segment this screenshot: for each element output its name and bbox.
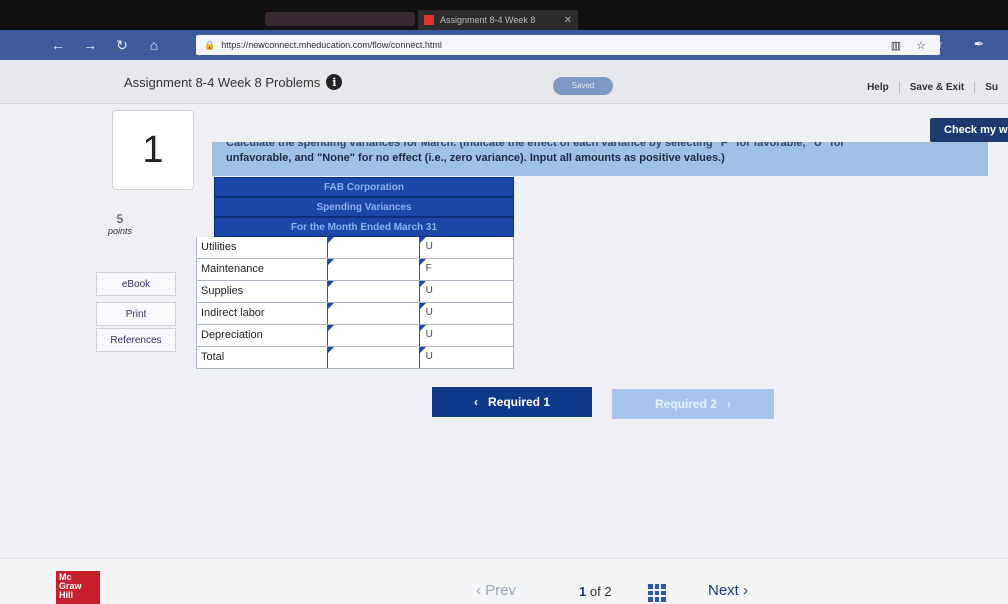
total-row: Total U: [196, 347, 514, 369]
header-links: Help Save & Exit Su: [857, 82, 1008, 93]
report-period: For the Month Ended March 31: [214, 217, 514, 237]
background-tab[interactable]: [265, 12, 415, 26]
variance-amount-input[interactable]: [328, 281, 420, 302]
print-button[interactable]: Print: [96, 302, 176, 326]
help-link[interactable]: Help: [857, 82, 899, 93]
app-page: Assignment 8-4 Week 8 Problems i Saved H…: [0, 60, 1008, 604]
variance-amount-input[interactable]: [328, 303, 420, 324]
row-label: Maintenance: [197, 259, 329, 280]
points-label: points: [107, 226, 133, 236]
tab-title: Assignment 8-4 Week 8: [440, 15, 536, 25]
row-label: Depreciation: [197, 325, 329, 346]
variance-amount-input[interactable]: [328, 259, 420, 280]
active-tab[interactable]: Assignment 8-4 Week 8 ✕: [418, 10, 578, 30]
row-label: Utilities: [197, 237, 329, 258]
favorites-icons[interactable]: ✩ ✒: [933, 37, 998, 51]
table-row: Utilities U: [196, 237, 514, 259]
spending-variances-table: FAB Corporation Spending Variances For t…: [196, 177, 514, 369]
mcgraw-hill-logo: Mc Graw Hill: [56, 571, 100, 604]
required-2-label: Required 2: [654, 397, 717, 411]
variance-effect-select[interactable]: U: [419, 281, 513, 302]
variance-effect-select[interactable]: U: [419, 325, 513, 346]
assignment-title-text: Assignment 8-4 Week 8 Problems: [124, 74, 321, 90]
row-label: Indirect labor: [197, 303, 329, 324]
variance-effect-select[interactable]: U: [419, 237, 513, 258]
refresh-icon[interactable]: ↻: [106, 37, 138, 54]
variance-amount-input[interactable]: [328, 325, 420, 346]
required-1-label: Required 1: [487, 395, 550, 409]
page-current: 1: [579, 584, 587, 599]
ebook-button[interactable]: eBook: [96, 272, 176, 296]
report-title: Spending Variances: [214, 197, 514, 217]
page-of-label: of: [589, 584, 601, 599]
variance-effect-select[interactable]: U: [419, 303, 513, 324]
variance-amount-input[interactable]: [328, 237, 420, 258]
forward-icon[interactable]: →: [74, 37, 106, 53]
question-instructions: Calculate the spending variances for Mar…: [212, 142, 988, 176]
chevron-right-icon: ›: [727, 397, 731, 411]
submit-link[interactable]: Su: [974, 82, 1008, 93]
points-value: 5: [116, 212, 124, 226]
row-label: Supplies: [197, 281, 329, 302]
instruction-cut-line: Calculate the spending variances for Mar…: [226, 142, 845, 149]
logo-line: Hill: [59, 590, 74, 600]
chevron-left-icon: ‹: [473, 395, 478, 409]
next-button[interactable]: Next ›: [708, 582, 748, 599]
required-1-button[interactable]: ‹ Required 1: [432, 387, 592, 417]
assignment-header: Assignment 8-4 Week 8 Problems i Saved H…: [0, 60, 1008, 104]
variance-effect-select[interactable]: F: [419, 259, 513, 280]
address-bar[interactable]: 🔒 https://newconnect.mheducation.com/flo…: [196, 35, 940, 55]
company-name: FAB Corporation: [214, 177, 514, 197]
table-row: Maintenance F: [196, 259, 514, 281]
row-label: Total: [197, 347, 329, 368]
save-exit-link[interactable]: Save & Exit: [898, 82, 974, 93]
footer-nav: Mc Graw Hill ‹ Prev 1 of 2 Next ›: [0, 558, 1008, 604]
lock-icon: 🔒: [204, 39, 216, 50]
url-text: https://newconnect.mheducation.com/flow/…: [221, 40, 442, 50]
instruction-text: unfavorable, and "None" for no effect (i…: [226, 152, 725, 164]
table-row: Indirect labor U: [196, 303, 514, 325]
close-tab-icon[interactable]: ✕: [564, 15, 572, 26]
page-total: 2: [604, 584, 612, 599]
references-button[interactable]: References: [96, 328, 176, 352]
total-amount-input[interactable]: [328, 347, 420, 368]
question-grid-icon[interactable]: [648, 584, 666, 602]
saved-badge: Saved: [553, 77, 613, 95]
browser-tabstrip: Assignment 8-4 Week 8 ✕: [0, 0, 1008, 30]
total-effect-select[interactable]: U: [419, 347, 513, 368]
points-box: 5 points: [100, 212, 140, 236]
browser-toolbar: ← → ↻ ⌂ 🔒 https://newconnect.mheducation…: [0, 30, 1008, 60]
required-2-button[interactable]: Required 2 ›: [612, 389, 774, 419]
favicon-icon: [424, 15, 434, 25]
back-icon[interactable]: ←: [42, 37, 74, 53]
table-row: Supplies U: [196, 281, 514, 303]
assignment-title: Assignment 8-4 Week 8 Problems i: [124, 74, 343, 90]
page-indicator: 1 of 2: [579, 584, 612, 599]
info-icon[interactable]: i: [326, 74, 343, 90]
prev-button[interactable]: ‹ Prev: [476, 582, 516, 599]
check-my-work-button[interactable]: Check my w: [930, 118, 1008, 142]
table-row: Depreciation U: [196, 325, 514, 347]
home-icon[interactable]: ⌂: [138, 37, 170, 53]
reading-view-favorite-icons[interactable]: ▥ ☆: [891, 39, 932, 52]
question-number: 1: [112, 110, 194, 190]
